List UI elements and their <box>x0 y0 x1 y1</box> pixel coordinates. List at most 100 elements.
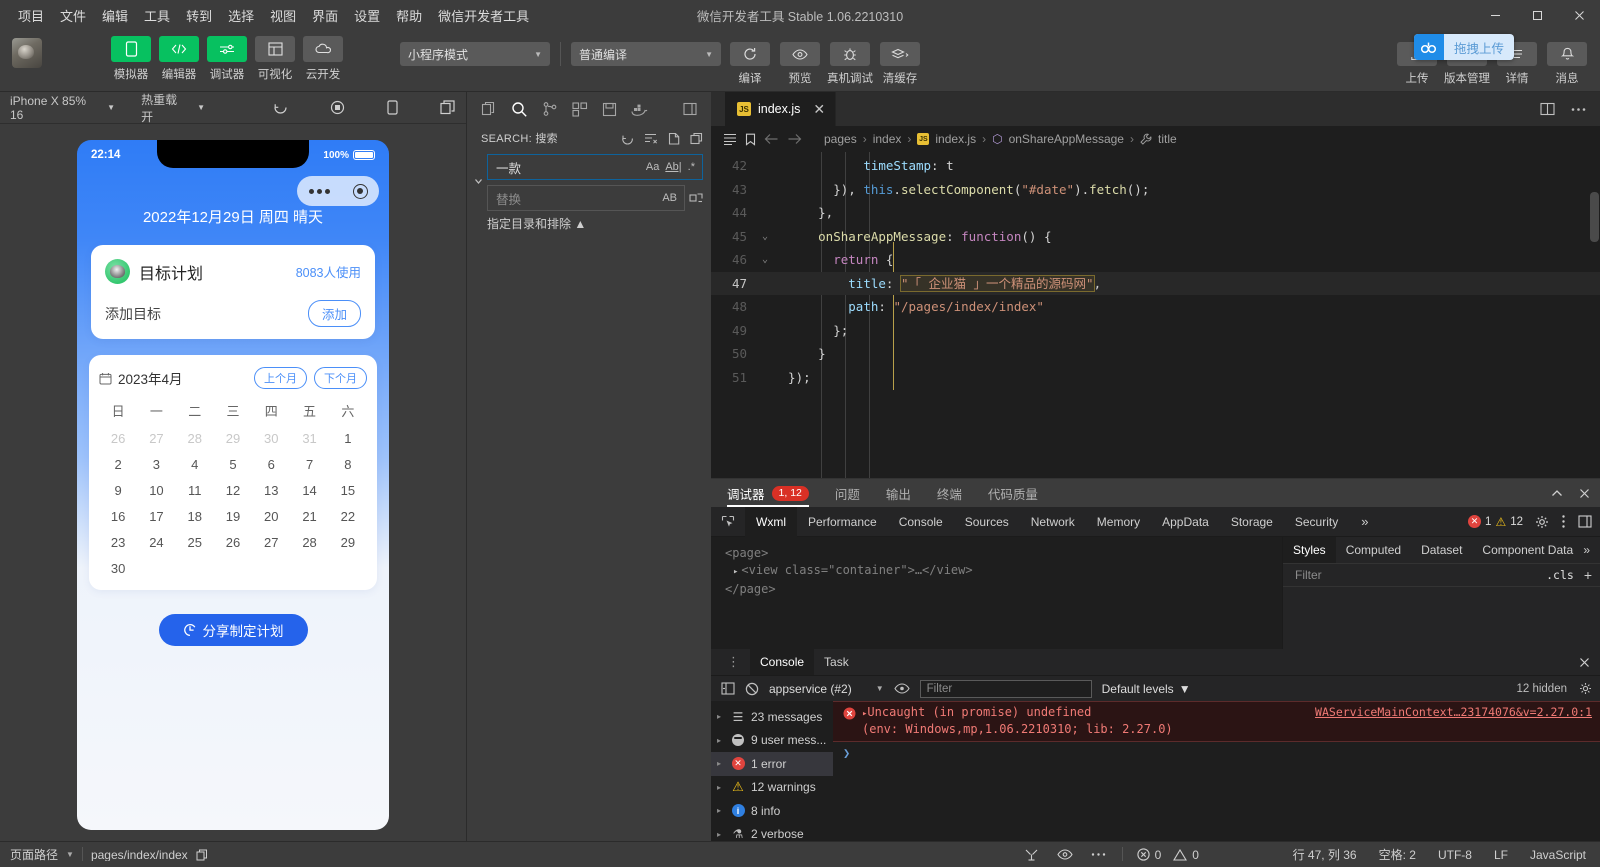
code-line[interactable]: 42 timeStamp: t <box>711 154 1600 178</box>
calendar-prev-month-button[interactable]: 上个月 <box>254 367 307 389</box>
status-encoding[interactable]: UTF-8 <box>1438 848 1472 862</box>
calendar-day[interactable]: 29 <box>329 535 367 550</box>
calendar-day[interactable]: 14 <box>290 483 328 498</box>
styles-more-tabs-icon[interactable]: » <box>1583 543 1600 557</box>
editor-tab-index-js[interactable]: JS index.js ✕ <box>725 92 836 126</box>
devtools-error-chip[interactable]: ✕ 1 ⚠ 12 <box>1468 515 1523 529</box>
clear-cache-button[interactable]: 清缓存 <box>877 42 923 86</box>
calendar-day[interactable]: 16 <box>99 509 137 524</box>
status-problem-counts[interactable]: 0 0 <box>1123 848 1293 862</box>
gear-icon[interactable] <box>1579 682 1592 695</box>
avatar[interactable] <box>12 38 42 68</box>
panel-toggle-cloud[interactable]: 云开发 <box>300 36 346 82</box>
calendar-day[interactable]: 27 <box>137 431 175 446</box>
console-sidebar-row[interactable]: ▸☰23 messages <box>711 705 833 729</box>
calendar-day[interactable]: 30 <box>99 561 137 576</box>
compile-button[interactable]: 编译 <box>727 42 773 86</box>
code-line[interactable]: 43 }), this.selectComponent("#date").fet… <box>711 178 1600 202</box>
expand-arrow-icon[interactable]: ▸ <box>717 759 725 768</box>
console-sidebar-row[interactable]: ▸✕1 error <box>711 752 833 776</box>
expand-arrow-icon[interactable]: ▸ <box>717 712 725 721</box>
menu-item-tools[interactable]: 工具 <box>136 2 178 29</box>
console-sidebar-row[interactable]: ▸⚠12 warnings <box>711 776 833 800</box>
code-line[interactable]: 45⌄ onShareAppMessage: function() { <box>711 225 1600 249</box>
breadcrumb-item-index[interactable]: index <box>873 132 902 146</box>
outline-icon[interactable] <box>723 133 737 145</box>
devtools-menu-icon[interactable] <box>1561 514 1566 529</box>
code-line[interactable]: 46⌄ return { <box>711 248 1600 272</box>
sim-windows-icon[interactable] <box>440 100 456 115</box>
console-prompt[interactable]: ❯ <box>833 742 1600 764</box>
calendar-day[interactable]: 30 <box>252 431 290 446</box>
calendar-day[interactable]: 1 <box>329 431 367 446</box>
devtools-tab-network[interactable]: Network <box>1020 507 1086 537</box>
calendar-day[interactable]: 28 <box>290 535 328 550</box>
status-language[interactable]: JavaScript <box>1530 848 1586 862</box>
page-path-value[interactable]: pages/index/index <box>91 848 188 862</box>
wechat-capsule-button[interactable] <box>297 176 379 206</box>
console-tab-console[interactable]: Console <box>750 649 814 675</box>
editor-scrollbar[interactable] <box>1590 192 1599 242</box>
styles-tab-dataset[interactable]: Dataset <box>1411 537 1472 563</box>
match-word-icon[interactable]: Ab| <box>662 161 684 173</box>
console-sidebar-row[interactable]: ▸i8 info <box>711 799 833 823</box>
calendar-day[interactable]: 3 <box>137 457 175 472</box>
code-line[interactable]: 47 title: "「 企业猫 」一个精品的源码网", <box>711 272 1600 296</box>
remote-debug-button[interactable]: 真机调试 <box>827 42 873 86</box>
wxml-tree[interactable]: <page> ▸<view class="container">…</view>… <box>711 537 1282 649</box>
devtools-tab-memory[interactable]: Memory <box>1086 507 1151 537</box>
calendar-day[interactable]: 31 <box>290 431 328 446</box>
code-line[interactable]: 49 }; <box>711 319 1600 343</box>
calendar-day[interactable]: 20 <box>252 509 290 524</box>
calendar-day[interactable]: 15 <box>329 483 367 498</box>
styles-tab-component-data[interactable]: Component Data <box>1472 537 1583 563</box>
styles-tab-styles[interactable]: Styles <box>1283 537 1336 563</box>
calendar-day[interactable]: 21 <box>290 509 328 524</box>
calendar-day[interactable]: 12 <box>214 483 252 498</box>
console-tab-task[interactable]: Task <box>814 649 859 675</box>
calendar-day[interactable]: 4 <box>176 457 214 472</box>
calendar-day[interactable]: 19 <box>214 509 252 524</box>
fold-arrow-icon[interactable]: ⌄ <box>757 248 773 272</box>
calendar-next-month-button[interactable]: 下个月 <box>314 367 367 389</box>
menu-item-file[interactable]: 文件 <box>52 2 94 29</box>
devtools-dock-icon[interactable] <box>1578 515 1592 528</box>
devtools-tab-appdata[interactable]: AppData <box>1151 507 1220 537</box>
console-log[interactable]: ▸Uncaught (in promise) undefined(env: Wi… <box>833 701 1600 841</box>
add-goal-button[interactable]: 添加 <box>308 300 361 327</box>
code-line[interactable]: 50 } <box>711 342 1600 366</box>
toggle-replace-icon[interactable] <box>469 154 487 232</box>
close-icon[interactable]: ✕ <box>813 101 825 118</box>
messages-button[interactable]: 消息 <box>1544 42 1590 86</box>
mode-select[interactable]: 小程序模式 ▼ <box>400 42 550 66</box>
clear-console-icon[interactable] <box>745 682 759 696</box>
breadcrumb-item-onshareappmessage[interactable]: onShareAppMessage <box>1009 132 1124 146</box>
menu-item-view[interactable]: 视图 <box>262 2 304 29</box>
panel-toggle-debugger[interactable]: 调试器 <box>204 36 250 82</box>
debugger-tab-codequality[interactable]: 代码质量 <box>988 479 1038 507</box>
code-line[interactable]: 51 }); <box>711 366 1600 390</box>
status-eol[interactable]: LF <box>1494 848 1508 862</box>
split-icon[interactable] <box>683 102 697 116</box>
styles-add-rule-button[interactable]: + <box>1584 567 1592 583</box>
console-context-select[interactable]: appservice (#2) ▼ <box>769 682 884 696</box>
console-drag-handle-icon[interactable]: ⋮ <box>727 654 740 670</box>
source-control-icon[interactable] <box>542 101 558 117</box>
eye-icon[interactable] <box>1057 849 1073 860</box>
calendar-day[interactable]: 25 <box>176 535 214 550</box>
devtools-tab-storage[interactable]: Storage <box>1220 507 1284 537</box>
console-error-source-link[interactable]: WAServiceMainContext…23174076&v=2.27.0:1 <box>1315 705 1592 719</box>
collapse-icon[interactable] <box>690 132 703 145</box>
devtools-more-tabs-icon[interactable]: » <box>1349 514 1380 529</box>
menu-item-devtools[interactable]: 微信开发者工具 <box>430 2 537 29</box>
search-input[interactable]: 一款 Aa Ab| .* <box>487 154 703 180</box>
debugger-tab-terminal[interactable]: 终端 <box>937 479 962 507</box>
calendar-day[interactable]: 26 <box>214 535 252 550</box>
preserve-case-icon[interactable]: AB <box>659 192 680 204</box>
docker-icon[interactable] <box>631 103 648 116</box>
debugger-tab-debugger[interactable]: 调试器 1, 12 <box>727 479 809 507</box>
share-plan-button[interactable]: 分享制定计划 <box>159 614 308 646</box>
maximize-icon[interactable] <box>1516 0 1558 30</box>
bookmark-icon[interactable] <box>745 133 756 146</box>
calendar-day[interactable]: 24 <box>137 535 175 550</box>
